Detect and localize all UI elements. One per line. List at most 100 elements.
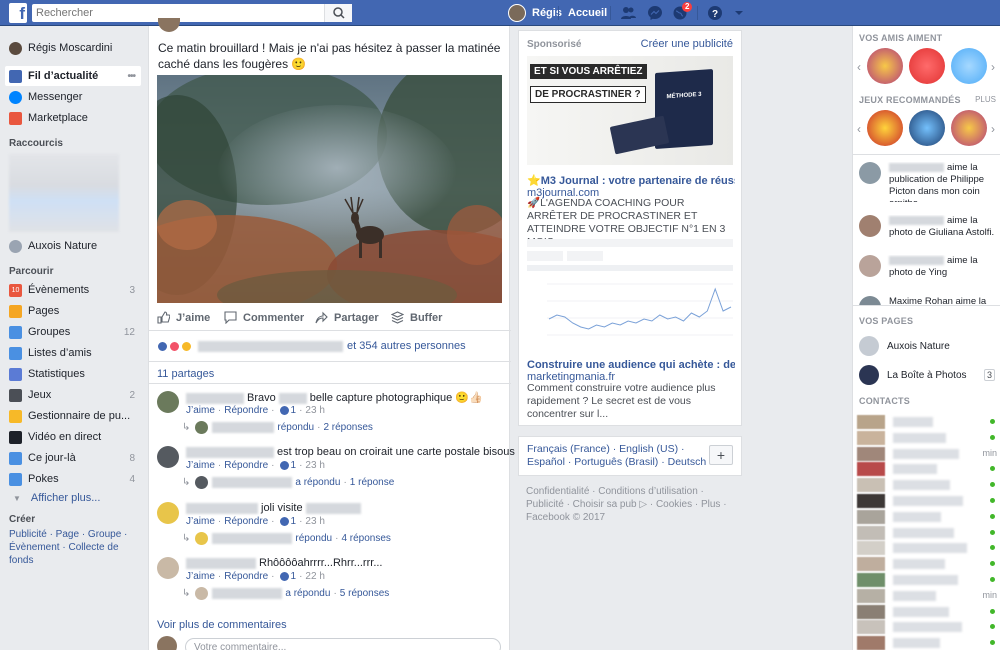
contact-item[interactable] — [857, 525, 999, 540]
activity-item[interactable]: aime la photo de Giuliana Astolfi. — [859, 215, 999, 255]
contact-item[interactable] — [857, 509, 999, 524]
sidebar-item-explore[interactable]: Vidéo en direct — [5, 427, 141, 447]
avatar[interactable] — [157, 502, 179, 524]
language-links-1[interactable]: Français (France) · English (US) · — [527, 443, 733, 456]
chevron-right-icon[interactable]: › — [991, 60, 995, 74]
comment-like-count[interactable]: 1 — [291, 571, 297, 582]
sidebar-item-explore[interactable]: Gestionnaire de pu... — [5, 406, 141, 426]
profile-nav-item[interactable]: Régis Moscardini — [5, 38, 141, 58]
contact-item[interactable] — [857, 430, 999, 445]
post-photo[interactable] — [157, 75, 502, 303]
sidebar-item-explore[interactable]: Pages — [5, 301, 141, 321]
ad-image-analytics[interactable] — [527, 239, 733, 355]
language-links-2[interactable]: Español · Português (Brasil) · Deutsch — [527, 456, 733, 469]
create-links[interactable]: Publicité · Page · Groupe · Évènement · … — [9, 528, 139, 567]
sidebar-item-messenger[interactable]: Messenger — [5, 87, 141, 107]
comment-time[interactable]: 23 h — [305, 405, 324, 416]
chevron-down-icon[interactable] — [731, 5, 747, 21]
comment-replies[interactable]: ↳ répondu · 2 réponses — [182, 421, 373, 434]
game-slots-icon[interactable] — [951, 110, 987, 146]
contact-item[interactable] — [857, 541, 999, 556]
chevron-left-icon[interactable]: ‹ — [857, 122, 861, 136]
sidebar-item-marketplace[interactable]: Marketplace — [5, 108, 141, 128]
contact-item[interactable] — [857, 604, 999, 619]
chevron-left-icon[interactable]: ‹ — [857, 60, 861, 74]
comment-like-count[interactable]: 1 — [291, 460, 297, 471]
more-options-icon[interactable]: ••• — [127, 71, 135, 82]
contact-item[interactable] — [857, 557, 999, 572]
comment-time[interactable]: 23 h — [305, 516, 324, 527]
more-games-link[interactable]: PLUS — [975, 95, 996, 104]
ad-title[interactable]: ⭐M3 Journal : votre partenaire de réussi… — [527, 174, 735, 187]
comment-replies[interactable]: ↳ répondu · 4 réponses — [182, 532, 391, 545]
comment-replies[interactable]: ↳ a répondu · 5 réponses — [182, 587, 389, 600]
activity-item[interactable]: aime la publication de Philippe Picton d… — [859, 162, 999, 202]
help-icon[interactable]: ? — [707, 5, 723, 21]
contact-item[interactable]: min — [857, 588, 999, 603]
page-item[interactable]: La Boîte à Photos 3 — [859, 365, 999, 385]
page-item[interactable]: Auxois Nature — [859, 336, 999, 356]
comment-button[interactable]: Commenter — [224, 311, 304, 324]
avatar[interactable] — [157, 446, 179, 468]
friend-requests-icon[interactable] — [620, 5, 636, 21]
comment-reply-link[interactable]: Répondre — [224, 516, 268, 527]
sidebar-item-explore[interactable]: Statistiques — [5, 364, 141, 384]
see-more-link[interactable]: ▼ Afficher plus... — [5, 488, 141, 508]
sidebar-item-news-feed[interactable]: Fil d’actualité ••• — [5, 66, 141, 86]
blurred-name[interactable] — [278, 392, 307, 404]
game-slots-icon[interactable] — [867, 48, 903, 84]
reactions-summary[interactable]: et 354 autres personnes — [157, 340, 466, 352]
facebook-logo[interactable]: f — [9, 3, 27, 23]
comment-like-count[interactable]: 1 — [291, 405, 297, 416]
comment-reply-link[interactable]: Répondre — [224, 405, 268, 416]
sidebar-item-explore[interactable]: 10 Évènements 3 — [5, 280, 141, 300]
blurred-name[interactable] — [186, 557, 256, 569]
contact-item[interactable] — [857, 415, 999, 429]
sidebar-item-auxois-nature[interactable]: Auxois Nature — [5, 236, 141, 256]
game-slots-icon[interactable] — [867, 110, 903, 146]
sidebar-item-explore[interactable]: Ce jour-là 8 — [5, 448, 141, 468]
contact-item[interactable] — [857, 573, 999, 587]
comment-like-count[interactable]: 1 — [291, 516, 297, 527]
comment-time[interactable]: 22 h — [305, 571, 324, 582]
comment-input[interactable]: Votre commentaire... — [185, 638, 501, 650]
footer-links[interactable]: Confidentialité · Conditions d’utilisati… — [526, 485, 736, 524]
game-characters-icon[interactable] — [951, 48, 987, 84]
sidebar-item-explore[interactable]: Jeux 2 — [5, 385, 141, 405]
comment-replies[interactable]: ↳ a répondu · 1 réponse — [182, 476, 394, 489]
ad-title[interactable]: Construire une audience qui achète : de … — [527, 359, 735, 371]
search-button[interactable] — [324, 4, 352, 22]
like-button[interactable]: J’aime — [157, 311, 210, 324]
comment-like-link[interactable]: J’aime — [186, 516, 215, 527]
profile-link[interactable]: Régis — [508, 4, 562, 22]
comment-like-link[interactable]: J’aime — [186, 571, 215, 582]
contact-item[interactable] — [857, 478, 999, 493]
sidebar-item-explore[interactable]: Pokes 4 — [5, 469, 141, 489]
sidebar-item-explore[interactable]: Groupes 12 — [5, 322, 141, 342]
comment-reply-link[interactable]: Répondre — [224, 571, 268, 582]
game-wild-icon[interactable] — [909, 110, 945, 146]
more-comments-link[interactable]: Voir plus de commentaires — [157, 619, 287, 631]
ad-image-procrastination[interactable]: ET SI VOUS ARRÊTIEZ DE PROCRASTINER ? MÉ… — [527, 56, 733, 165]
contact-item[interactable] — [857, 462, 999, 477]
add-language-button[interactable]: + — [709, 445, 733, 465]
comment-reply-link[interactable]: Répondre — [224, 460, 268, 471]
share-button[interactable]: Partager — [315, 311, 379, 324]
activity-item[interactable]: Maxime Rohan aime la — [859, 296, 999, 305]
avatar[interactable] — [157, 391, 179, 413]
contact-item[interactable] — [857, 636, 999, 650]
messenger-icon[interactable] — [647, 5, 663, 21]
shares-count[interactable]: 11 partages — [157, 368, 214, 380]
buffer-button[interactable]: Buffer — [391, 311, 442, 324]
game-candy-icon[interactable] — [909, 48, 945, 84]
comment-like-link[interactable]: J’aime — [186, 460, 215, 471]
sidebar-item-explore[interactable]: Listes d’amis — [5, 343, 141, 363]
notifications-button[interactable]: 2 — [672, 2, 693, 21]
home-link[interactable]: Accueil — [568, 7, 607, 19]
comment-like-link[interactable]: J’aime — [186, 405, 215, 416]
blurred-name[interactable] — [186, 392, 244, 404]
blurred-name[interactable] — [186, 502, 258, 514]
contact-item[interactable] — [857, 494, 999, 508]
contact-item[interactable]: min — [857, 446, 999, 461]
comment-time[interactable]: 23 h — [305, 460, 324, 471]
